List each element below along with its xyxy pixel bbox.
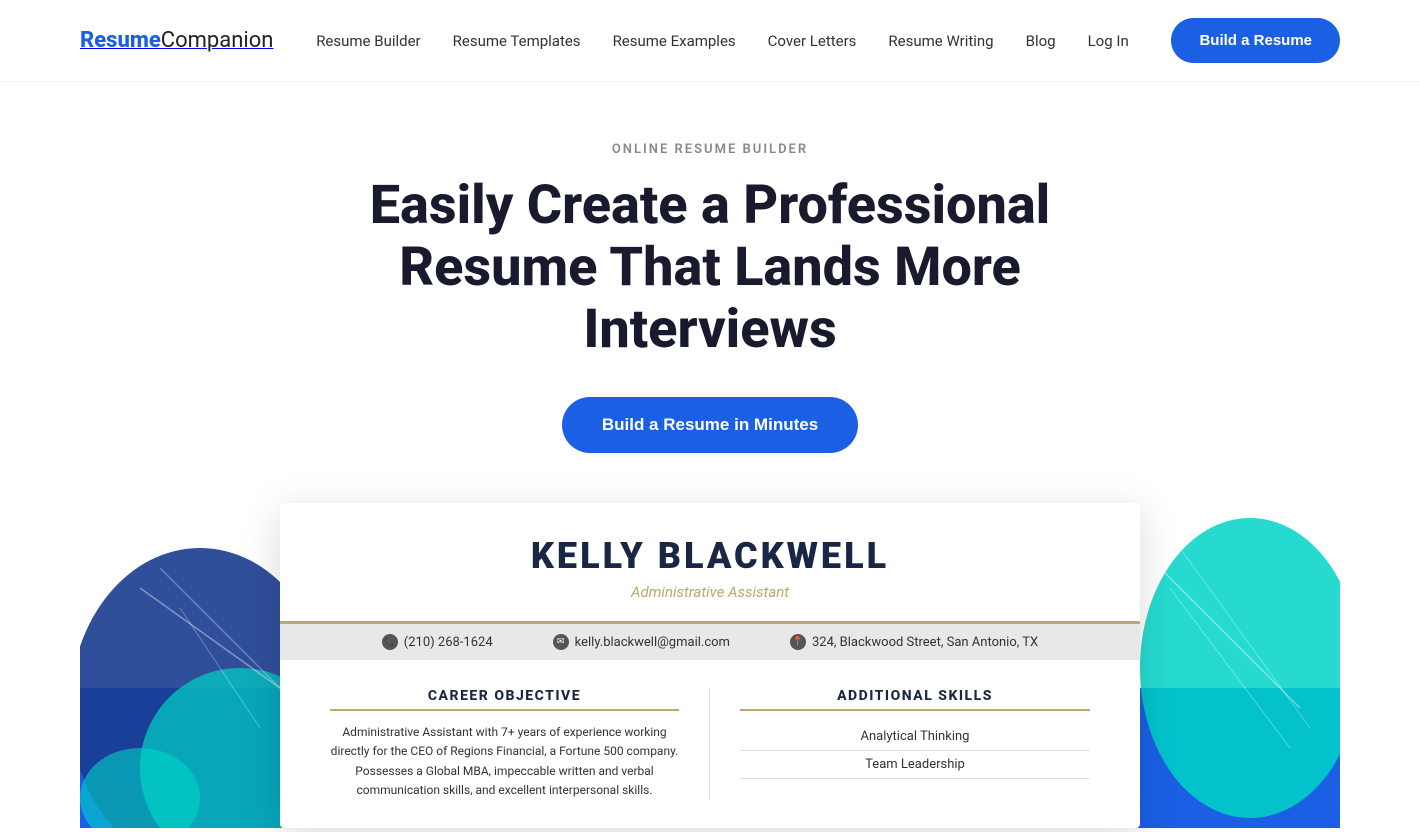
resume-right-column: ADDITIONAL SKILLS Analytical Thinking Te… — [710, 688, 1090, 800]
nav-blog[interactable]: Blog — [1026, 32, 1056, 50]
logo-resume: Resume — [80, 28, 161, 53]
resume-email: ✉ kelly.blackwell@gmail.com — [553, 634, 730, 650]
career-objective-text: Administrative Assistant with 7+ years o… — [330, 723, 679, 800]
logo[interactable]: ResumeCompanion — [80, 28, 273, 53]
header-build-resume-button[interactable]: Build a Resume — [1171, 18, 1340, 63]
hero-title: Easily Create a Professional Resume That… — [340, 175, 1080, 361]
nav-resume-builder[interactable]: Resume Builder — [316, 32, 420, 50]
nav-resume-writing[interactable]: Resume Writing — [888, 32, 993, 50]
resume-left-column: CAREER OBJECTIVE Administrative Assistan… — [330, 688, 710, 800]
phone-icon: 📞 — [382, 634, 398, 650]
resume-phone: 📞 (210) 268-1624 — [382, 634, 493, 650]
hero-label: ONLINE RESUME BUILDER — [612, 142, 808, 157]
additional-skills-title: ADDITIONAL SKILLS — [740, 688, 1090, 711]
resume-card: KELLY BLACKWELL Administrative Assistant… — [280, 503, 1140, 828]
main-nav: Resume Builder Resume Templates Resume E… — [316, 32, 1129, 50]
resume-address: 📍 324, Blackwood Street, San Antonio, TX — [790, 634, 1038, 650]
email-icon: ✉ — [553, 634, 569, 650]
blob-right — [1120, 508, 1340, 828]
nav-resume-templates[interactable]: Resume Templates — [453, 32, 581, 50]
hero-cta-button[interactable]: Build a Resume in Minutes — [562, 397, 858, 453]
career-objective-title: CAREER OBJECTIVE — [330, 688, 679, 711]
skill-item-1: Analytical Thinking — [740, 723, 1090, 751]
logo-companion: Companion — [161, 28, 274, 53]
nav-cover-letters[interactable]: Cover Letters — [768, 32, 857, 50]
skill-item-2: Team Leadership — [740, 751, 1090, 779]
nav-resume-examples[interactable]: Resume Examples — [613, 32, 736, 50]
resume-body: CAREER OBJECTIVE Administrative Assistan… — [280, 660, 1140, 828]
resume-name: KELLY BLACKWELL — [330, 535, 1090, 577]
resume-preview-wrapper: KELLY BLACKWELL Administrative Assistant… — [80, 503, 1340, 828]
hero-section: ONLINE RESUME BUILDER Easily Create a Pr… — [0, 82, 1420, 828]
resume-contact-bar: 📞 (210) 268-1624 ✉ kelly.blackwell@gmail… — [280, 624, 1140, 660]
location-icon: 📍 — [790, 634, 806, 650]
resume-header: KELLY BLACKWELL Administrative Assistant — [280, 503, 1140, 624]
nav-log-in[interactable]: Log In — [1088, 32, 1129, 50]
resume-job-title: Administrative Assistant — [330, 583, 1090, 601]
